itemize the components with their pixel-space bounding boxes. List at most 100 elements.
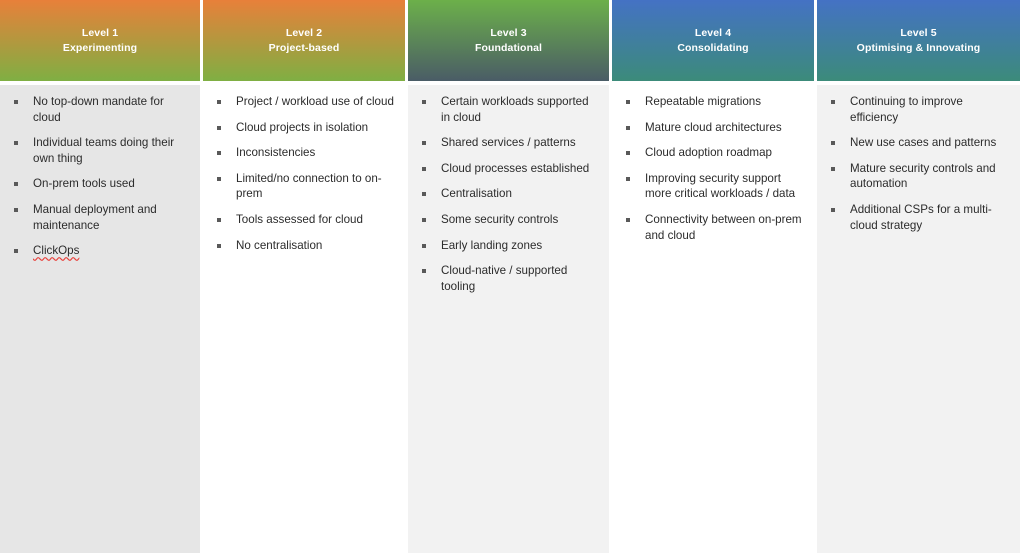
list-item: Project / workload use of cloud bbox=[213, 94, 395, 110]
list-item-text: Connectivity between on-prem and cloud bbox=[645, 212, 802, 242]
column-body-5: Continuing to improve efficiency New use … bbox=[817, 85, 1020, 553]
maturity-model-matrix: Level 1 Experimenting No top-down mandate … bbox=[0, 0, 1020, 553]
column-body-4: Repeatable migrations Mature cloud archit… bbox=[612, 85, 814, 553]
list-item-text: Certain workloads supported in cloud bbox=[441, 95, 589, 124]
square-bullet-icon bbox=[626, 125, 630, 130]
list-item-text: Inconsistencies bbox=[236, 146, 316, 160]
list-item-text: Shared services / patterns bbox=[441, 136, 576, 150]
square-bullet-icon bbox=[217, 151, 221, 156]
square-bullet-icon bbox=[217, 100, 221, 104]
square-bullet-icon bbox=[14, 182, 18, 187]
column-body-1: No top-down mandate for cloud Individual … bbox=[0, 85, 200, 553]
list-item: Shared services / patterns bbox=[418, 135, 599, 151]
square-bullet-icon bbox=[217, 243, 221, 248]
list-item: Tools assessed for cloud bbox=[213, 212, 395, 228]
list-item-text: Cloud processes established bbox=[441, 161, 590, 175]
list-item: On-prem tools used bbox=[10, 176, 190, 192]
column-header-4: Level 4 Consolidating bbox=[612, 0, 814, 81]
list-item: Certain workloads supported in cloud bbox=[418, 94, 599, 125]
column-level-label: Level 5 bbox=[900, 26, 937, 39]
maturity-column-3: Level 3 Foundational Certain workloads sup… bbox=[405, 0, 609, 553]
square-bullet-icon bbox=[217, 217, 221, 222]
square-bullet-icon bbox=[422, 192, 426, 197]
maturity-column-4: Level 4 Consolidating Repeatable migration… bbox=[609, 0, 814, 553]
maturity-column-2: Level 2 Project-based Project / workload u… bbox=[200, 0, 405, 553]
list-item-text: Additional CSPs for a multi-cloud strate… bbox=[850, 202, 992, 232]
list-item: ClickOps bbox=[10, 243, 190, 259]
column-level-label: Level 1 bbox=[81, 26, 119, 39]
list-item: Mature cloud architectures bbox=[622, 120, 804, 136]
list-item: Additional CSPs for a multi-cloud strate… bbox=[827, 202, 1010, 233]
list-item: Some security controls bbox=[418, 212, 599, 228]
list-item-text: Early landing zones bbox=[441, 238, 543, 252]
list-item: Centralisation bbox=[418, 186, 599, 202]
list-item: Cloud processes established bbox=[418, 161, 599, 177]
column-level-name: Foundational bbox=[474, 41, 543, 54]
list-item-text: Cloud-native / supported tooling bbox=[441, 264, 568, 293]
list-item-text: Centralisation bbox=[441, 187, 512, 201]
column-header-3: Level 3 Foundational bbox=[408, 0, 609, 81]
list-item-text: Repeatable migrations bbox=[645, 95, 762, 108]
square-bullet-icon bbox=[422, 243, 426, 248]
list-item: Cloud projects in isolation bbox=[213, 120, 395, 136]
square-bullet-icon bbox=[14, 207, 18, 212]
square-bullet-icon bbox=[422, 100, 426, 104]
column-header-2: Level 2 Project-based bbox=[203, 0, 405, 81]
list-item-text: Project / workload use of cloud bbox=[236, 95, 394, 108]
bullet-list: Certain workloads supported in cloud Shar… bbox=[418, 94, 599, 294]
list-item: Early landing zones bbox=[418, 238, 599, 254]
list-item-text: Some security controls bbox=[441, 212, 559, 226]
list-item: No top-down mandate for cloud bbox=[10, 94, 190, 125]
column-level-label: Level 2 bbox=[285, 26, 323, 39]
list-item: Inconsistencies bbox=[213, 145, 395, 161]
list-item-text: No centralisation bbox=[236, 238, 323, 252]
square-bullet-icon bbox=[626, 100, 630, 104]
maturity-column-1: Level 1 Experimenting No top-down mandate … bbox=[0, 0, 200, 553]
list-item-text: Manual deployment and maintenance bbox=[33, 202, 157, 232]
list-item-text: Improving security support more critical… bbox=[645, 171, 796, 201]
list-item: No centralisation bbox=[213, 238, 395, 254]
list-item: New use cases and patterns bbox=[827, 135, 1010, 151]
bullet-list: Project / workload use of cloud Cloud pro… bbox=[213, 94, 395, 253]
list-item: Manual deployment and maintenance bbox=[10, 202, 190, 233]
square-bullet-icon bbox=[422, 269, 426, 274]
square-bullet-icon bbox=[422, 166, 426, 171]
square-bullet-icon bbox=[626, 176, 630, 181]
square-bullet-icon bbox=[626, 217, 630, 222]
square-bullet-icon bbox=[217, 125, 221, 130]
square-bullet-icon bbox=[831, 100, 835, 104]
square-bullet-icon bbox=[14, 100, 18, 104]
list-item-text: Continuing to improve efficiency bbox=[850, 95, 963, 124]
square-bullet-icon bbox=[831, 166, 835, 171]
list-item-text: Cloud projects in isolation bbox=[236, 120, 369, 134]
list-item-text: No top-down mandate for cloud bbox=[33, 95, 164, 124]
column-level-name: Experimenting bbox=[62, 41, 138, 54]
column-level-label: Level 3 bbox=[490, 26, 527, 39]
list-item: Individual teams doing their own thing bbox=[10, 135, 190, 166]
square-bullet-icon bbox=[14, 141, 18, 146]
list-item-text: Mature security controls and automation bbox=[850, 161, 996, 191]
list-item-text: Tools assessed for cloud bbox=[236, 212, 363, 226]
list-item-text: Mature cloud architectures bbox=[645, 120, 782, 134]
square-bullet-icon bbox=[626, 151, 630, 156]
column-level-label: Level 4 bbox=[694, 26, 732, 39]
bullet-list: Repeatable migrations Mature cloud archit… bbox=[622, 94, 804, 243]
column-body-3: Certain workloads supported in cloud Shar… bbox=[408, 85, 609, 553]
list-item-text: New use cases and patterns bbox=[850, 136, 997, 150]
bullet-list: Continuing to improve efficiency New use … bbox=[827, 94, 1010, 233]
bullet-list: No top-down mandate for cloud Individual … bbox=[10, 94, 190, 259]
square-bullet-icon bbox=[422, 141, 426, 146]
square-bullet-icon bbox=[14, 249, 18, 254]
column-level-name: Optimising & Innovating bbox=[856, 41, 981, 54]
square-bullet-icon bbox=[422, 217, 426, 222]
list-item-text: Cloud adoption roadmap bbox=[645, 146, 772, 160]
list-item: Cloud adoption roadmap bbox=[622, 145, 804, 161]
list-item: Limited/no connection to on-prem bbox=[213, 171, 395, 202]
list-item: Mature security controls and automation bbox=[827, 161, 1010, 192]
column-level-name: Project-based bbox=[268, 41, 340, 54]
square-bullet-icon bbox=[831, 207, 835, 212]
list-item: Improving security support more critical… bbox=[622, 171, 804, 202]
list-item: Cloud-native / supported tooling bbox=[418, 263, 599, 294]
square-bullet-icon bbox=[217, 176, 221, 181]
column-header-5: Level 5 Optimising & Innovating bbox=[817, 0, 1020, 81]
